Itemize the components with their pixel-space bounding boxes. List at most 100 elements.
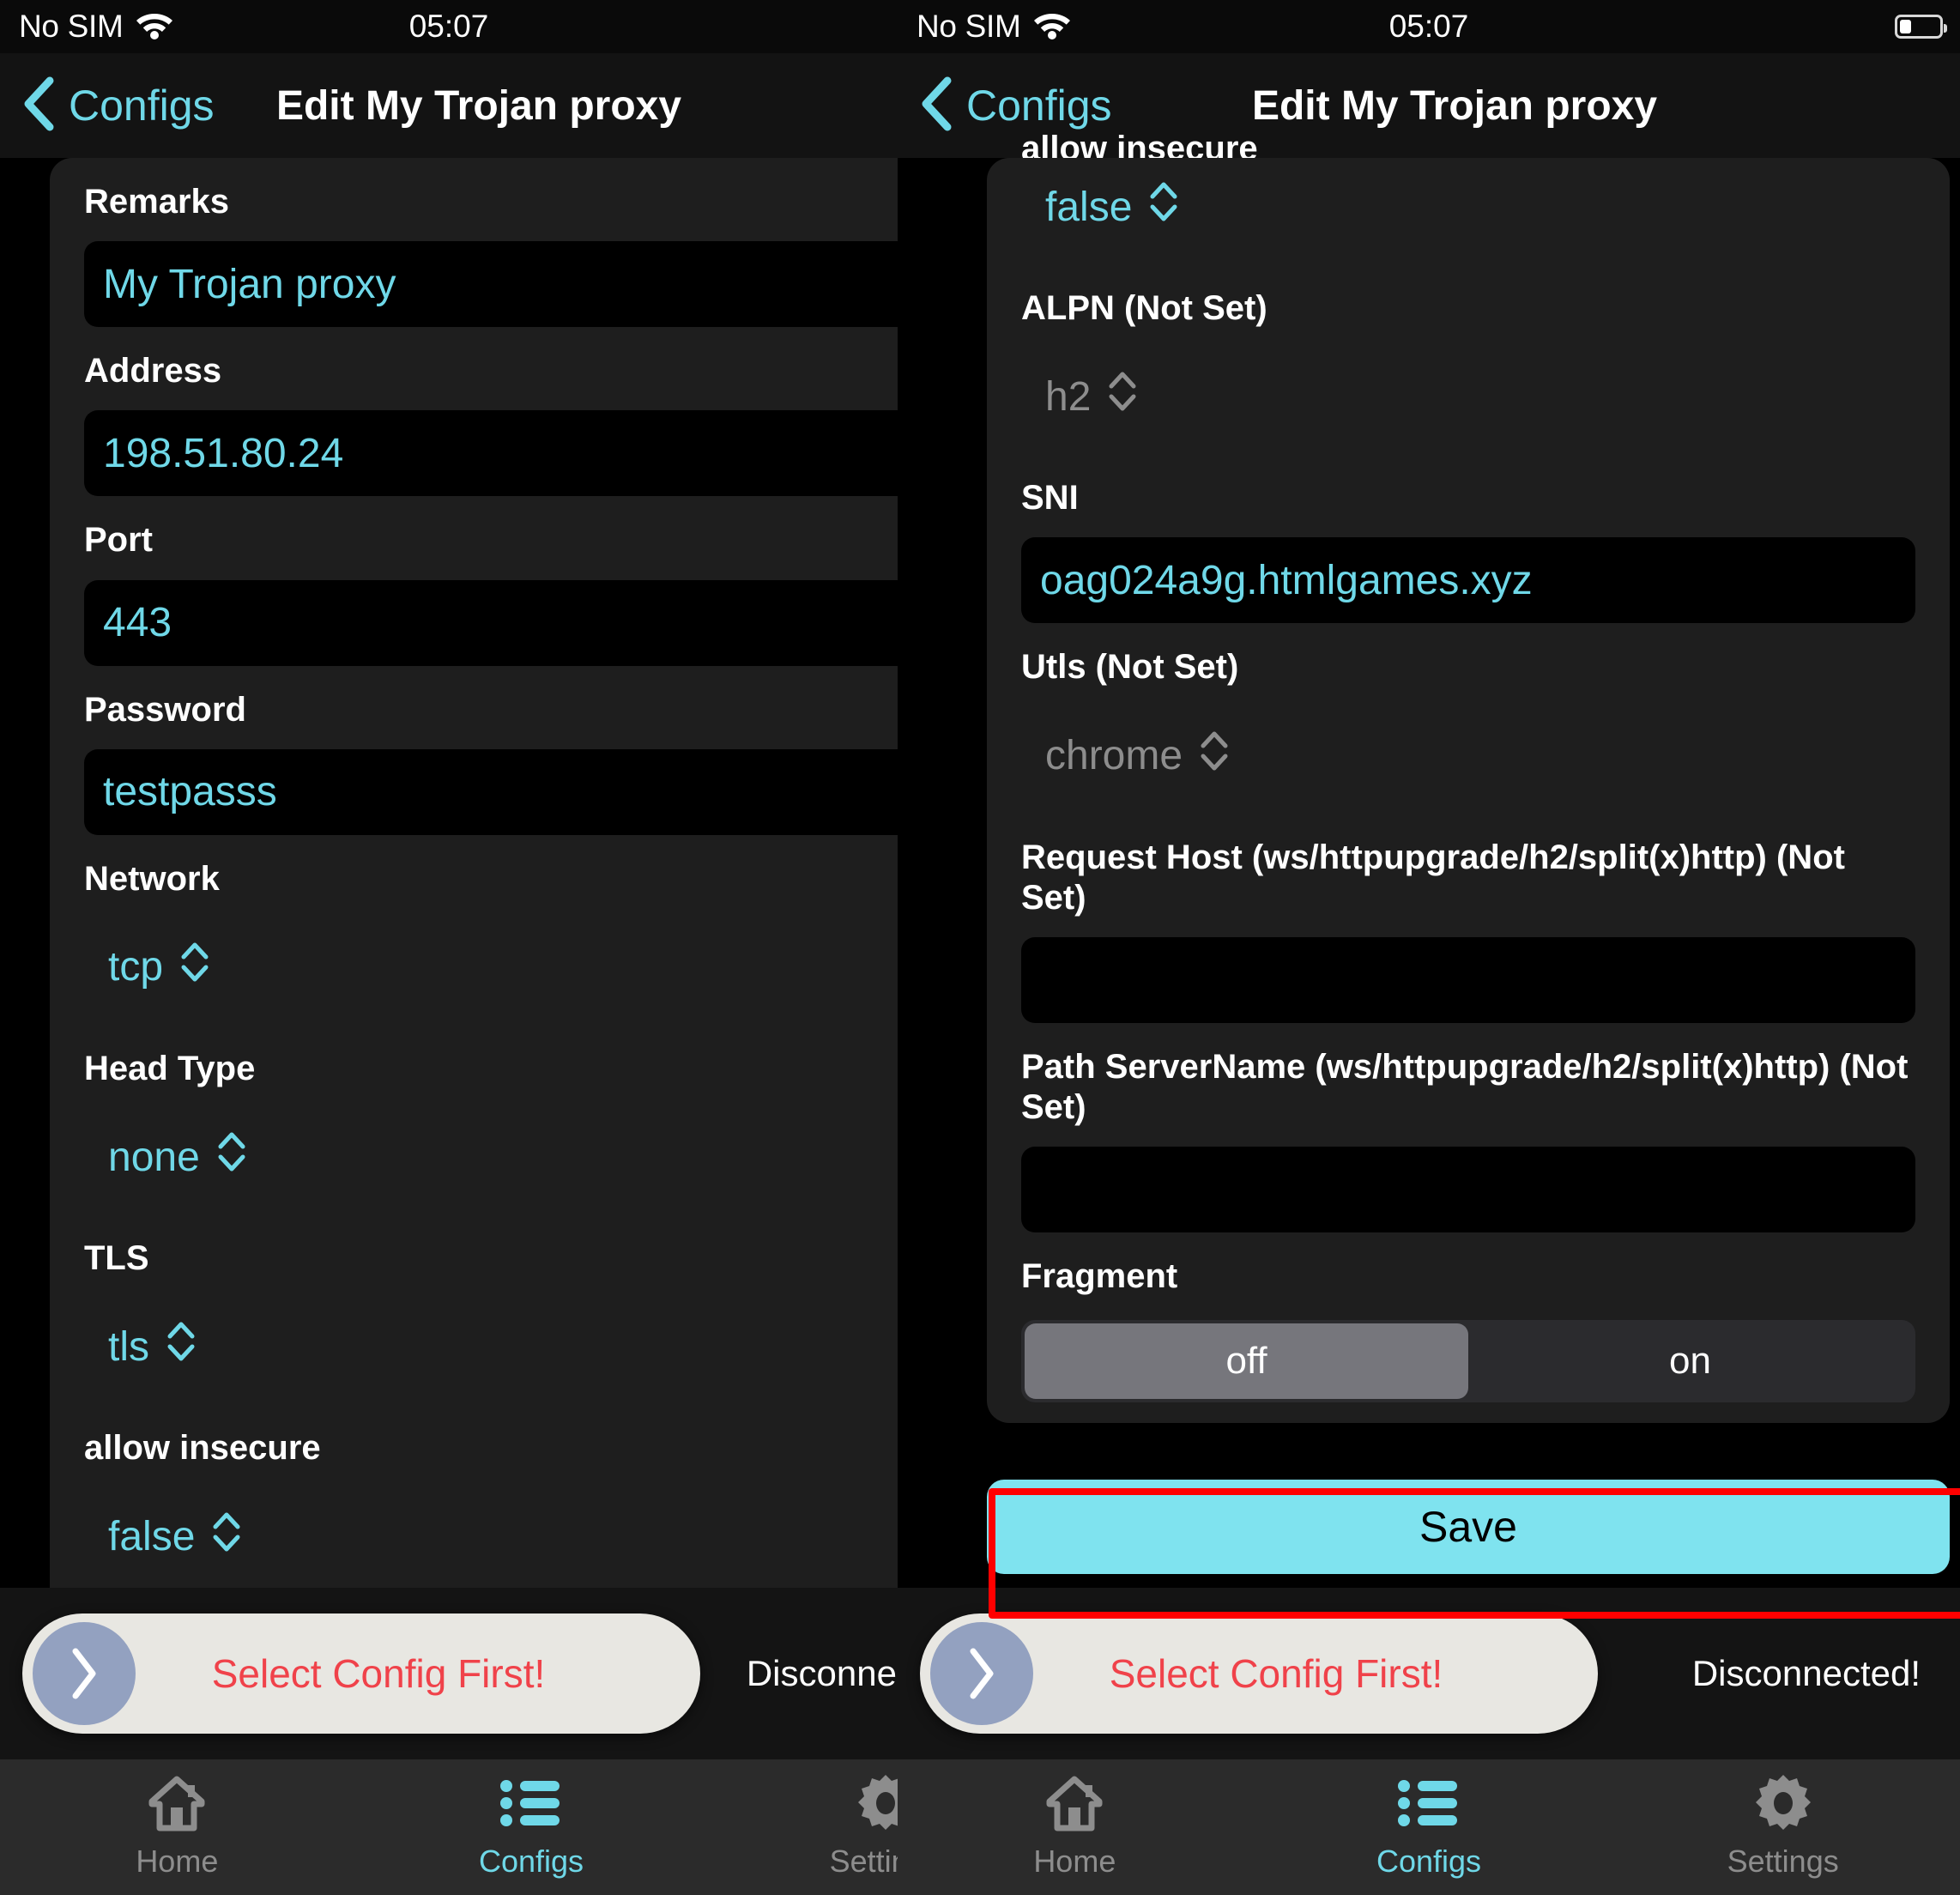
field-sni: SNI oag024a9g.htmlgames.xyz bbox=[987, 454, 1950, 624]
sni-input[interactable]: oag024a9g.htmlgames.xyz bbox=[1021, 537, 1915, 624]
connection-status: Disconnected! bbox=[1691, 1653, 1921, 1693]
tab-label: Home bbox=[1033, 1844, 1116, 1879]
tab-label: Home bbox=[136, 1844, 219, 1879]
address-input[interactable]: 198.51.80.24 bbox=[84, 410, 898, 497]
field-tls: TLS tls bbox=[50, 1214, 898, 1404]
carrier-label: No SIM bbox=[916, 9, 1021, 44]
chevron-left-icon bbox=[21, 76, 57, 136]
utls-picker[interactable]: chrome bbox=[1021, 707, 1915, 814]
field-label: Request Host (ws/httpupgrade/h2/split(x)… bbox=[1021, 838, 1845, 917]
chevron-updown-icon bbox=[178, 941, 211, 994]
field-network: Network tcp bbox=[50, 835, 898, 1025]
field-label: Utls (Not Set) bbox=[1021, 648, 1239, 687]
field-label: allow insecure bbox=[84, 1429, 321, 1468]
chevron-right-icon bbox=[72, 1648, 96, 1699]
head-type-picker[interactable]: none bbox=[84, 1108, 898, 1214]
tls-picker[interactable]: tls bbox=[84, 1298, 898, 1404]
status-bar-right bbox=[1895, 15, 1960, 39]
battery-level bbox=[1900, 20, 1911, 33]
status-bar-left: No SIM bbox=[898, 9, 1071, 45]
password-input[interactable]: testpasss bbox=[84, 748, 898, 835]
tab-bar: Home Configs Settings bbox=[0, 1759, 898, 1895]
chevron-updown-icon bbox=[1198, 730, 1231, 783]
tab-label: Configs bbox=[1376, 1844, 1482, 1879]
chevron-updown-icon bbox=[215, 1130, 248, 1184]
navigation-bar: Configs Edit My Trojan proxy bbox=[0, 53, 898, 158]
field-label: SNI bbox=[1021, 479, 1079, 518]
right-phone-panel: No SIM 05:07 Configs Edit My Trojan prox… bbox=[898, 0, 1960, 1895]
request-host-input[interactable] bbox=[1021, 936, 1915, 1023]
field-head-type: Head Type none bbox=[50, 1025, 898, 1214]
field-label: TLS bbox=[84, 1239, 149, 1278]
battery-icon bbox=[1895, 15, 1947, 39]
field-label: ALPN (Not Set) bbox=[1021, 289, 1267, 327]
port-input[interactable]: 443 bbox=[84, 579, 898, 666]
save-button-wrapper: Save bbox=[987, 1480, 1950, 1574]
tab-label: Configs bbox=[478, 1844, 584, 1879]
picker-value: false bbox=[1045, 184, 1133, 230]
config-form-card: allow insecure false ALPN (Not Set) h2 S… bbox=[987, 130, 1950, 1423]
remarks-input[interactable]: My Trojan proxy bbox=[84, 241, 898, 328]
gear-icon bbox=[1753, 1775, 1813, 1831]
wifi-icon bbox=[136, 10, 173, 44]
home-icon bbox=[147, 1775, 207, 1831]
config-form-card: Remarks My Trojan proxy Address 198.51.8… bbox=[50, 158, 898, 1698]
network-picker[interactable]: tcp bbox=[84, 918, 898, 1025]
tab-configs[interactable]: Configs bbox=[1252, 1775, 1606, 1880]
fragment-option-off[interactable]: off bbox=[1025, 1323, 1468, 1399]
tab-home[interactable]: Home bbox=[898, 1775, 1252, 1880]
allow-insecure-picker[interactable]: false bbox=[1021, 158, 1915, 264]
toast-bar: Select Config First! Disconnected! bbox=[898, 1588, 1960, 1759]
back-button-label: Configs bbox=[966, 82, 1112, 130]
field-allow-insecure: allow insecure false bbox=[987, 129, 1950, 264]
picker-value: h2 bbox=[1045, 373, 1092, 420]
chevron-updown-icon bbox=[1147, 180, 1180, 233]
connect-toggle-knob[interactable] bbox=[930, 1622, 1033, 1725]
field-utls: Utls (Not Set) chrome bbox=[987, 623, 1950, 813]
tab-configs[interactable]: Configs bbox=[354, 1775, 709, 1880]
picker-value: tls bbox=[108, 1323, 149, 1370]
toast-bar: Select Config First! Disconnected! bbox=[0, 1588, 898, 1759]
field-alpn: ALPN (Not Set) h2 bbox=[987, 264, 1950, 454]
tab-home[interactable]: Home bbox=[0, 1775, 354, 1880]
carrier-label: No SIM bbox=[19, 9, 124, 44]
picker-value: tcp bbox=[108, 944, 164, 990]
field-address: Address 198.51.80.24 bbox=[50, 327, 898, 497]
tab-settings[interactable]: Settings bbox=[1606, 1775, 1960, 1880]
path-servername-input[interactable] bbox=[1021, 1147, 1915, 1233]
back-button[interactable]: Configs bbox=[0, 76, 215, 136]
field-port: Port 443 bbox=[50, 496, 898, 666]
chevron-right-icon bbox=[970, 1648, 994, 1699]
tab-bar: Home Configs Settings bbox=[898, 1759, 1960, 1895]
toast-pill: Select Config First! bbox=[920, 1613, 1598, 1734]
tab-label: Settings bbox=[1727, 1844, 1839, 1879]
field-label: Head Type bbox=[84, 1049, 256, 1087]
connect-toggle-knob[interactable] bbox=[33, 1622, 136, 1725]
field-label: Remarks bbox=[84, 183, 230, 221]
chevron-updown-icon bbox=[210, 1511, 243, 1564]
field-label: Network bbox=[84, 859, 220, 898]
chevron-updown-icon bbox=[165, 1320, 197, 1373]
field-label: Port bbox=[84, 521, 153, 560]
gear-icon bbox=[856, 1775, 898, 1831]
picker-value: false bbox=[108, 1514, 196, 1559]
connection-status: Disconnected! bbox=[746, 1653, 898, 1693]
allow-insecure-picker[interactable]: false bbox=[84, 1488, 898, 1595]
field-label: Address bbox=[84, 352, 222, 391]
status-bar-left: No SIM bbox=[0, 9, 173, 45]
field-remarks: Remarks My Trojan proxy bbox=[50, 158, 898, 328]
chevron-left-icon bbox=[918, 76, 954, 136]
field-path-servername: Path ServerName (ws/httpupgrade/h2/split… bbox=[987, 1023, 1950, 1233]
chevron-updown-icon bbox=[1106, 370, 1139, 423]
list-icon bbox=[499, 1775, 563, 1831]
picker-value: chrome bbox=[1045, 733, 1183, 779]
field-label: Password bbox=[84, 690, 246, 729]
save-button[interactable]: Save bbox=[987, 1480, 1950, 1574]
tab-label: Settings bbox=[829, 1844, 898, 1879]
wifi-icon bbox=[1033, 10, 1071, 44]
status-bar: No SIM 05:07 bbox=[898, 0, 1960, 53]
fragment-option-on[interactable]: on bbox=[1468, 1323, 1912, 1399]
back-button[interactable]: Configs bbox=[898, 76, 1112, 136]
alpn-picker[interactable]: h2 bbox=[1021, 348, 1915, 454]
tab-settings[interactable]: Settings bbox=[708, 1775, 898, 1880]
